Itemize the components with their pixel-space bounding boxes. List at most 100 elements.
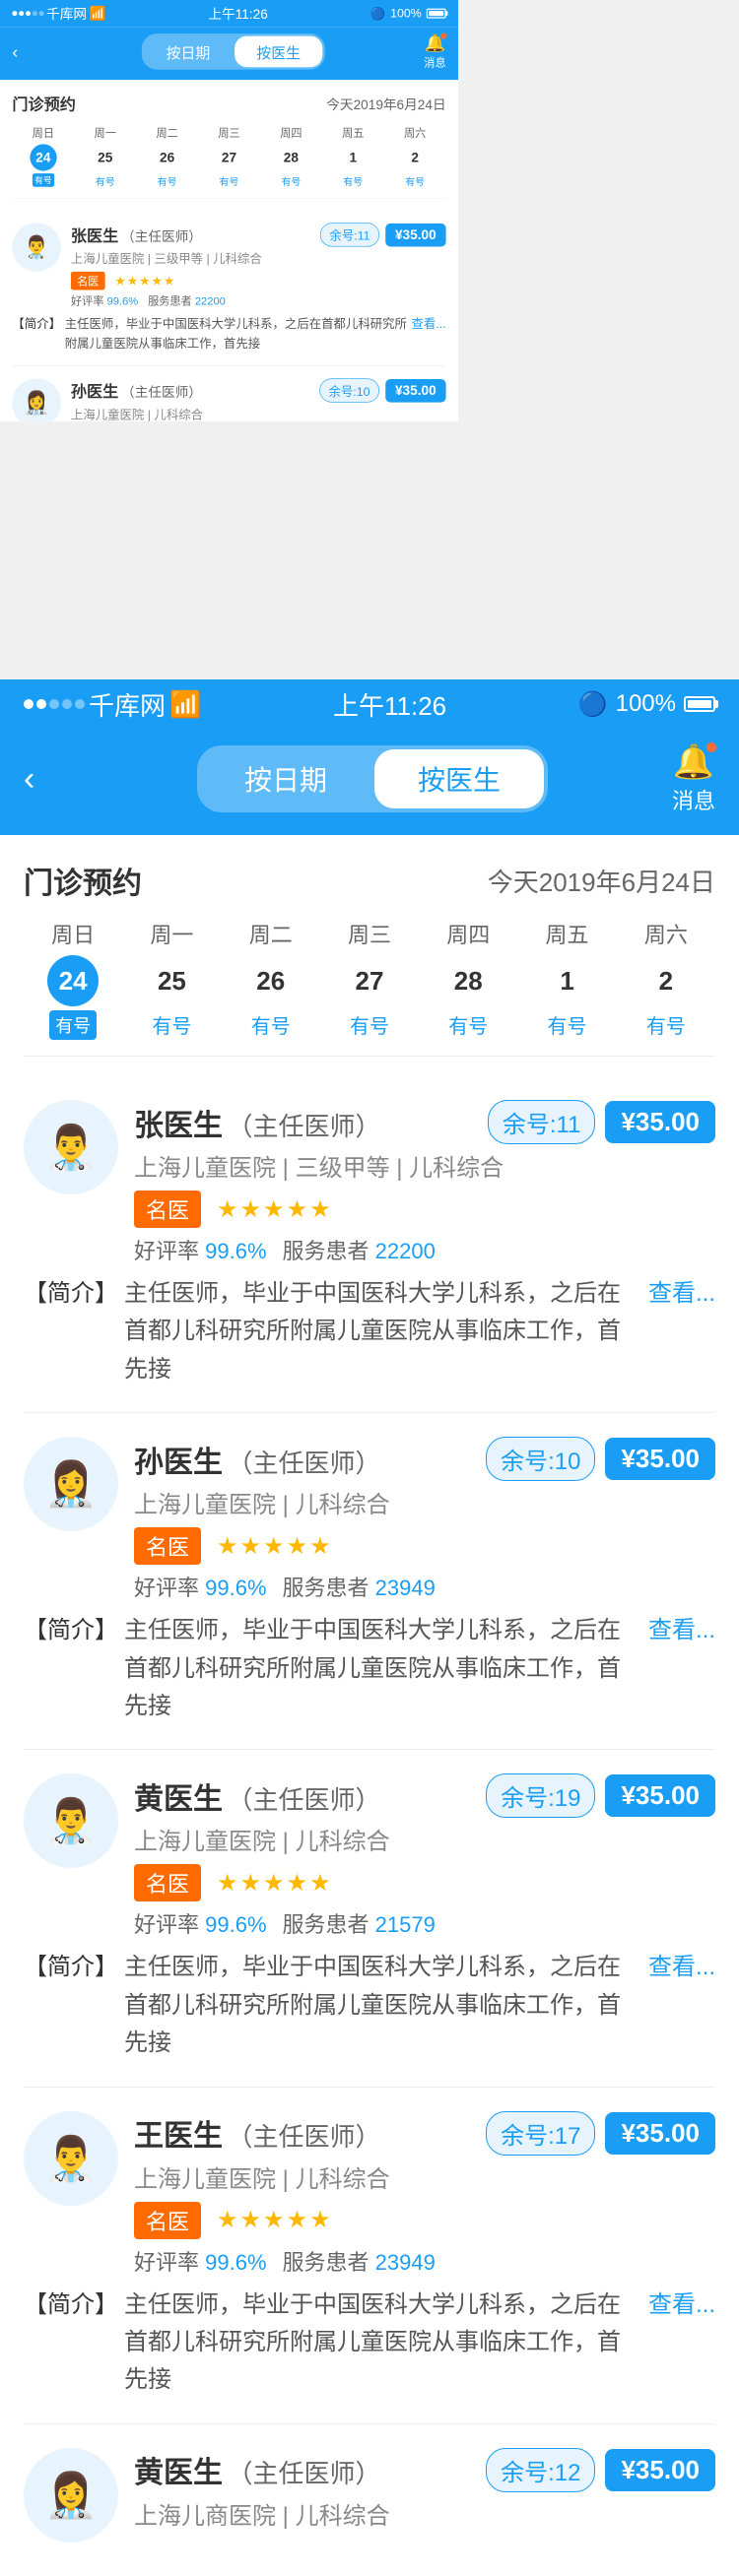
calendar-day-1[interactable]: 周一 25 有号 <box>74 124 136 187</box>
doctor-name-1: 孙医生 <box>71 382 118 401</box>
doctor-card-1[interactable]: 👩‍⚕️ 孙医生 （主任医师） 余号:10 ¥35.00 <box>12 366 445 421</box>
slot-badge-s2-4: 余号:12 <box>486 2448 595 2492</box>
notification-button[interactable]: 🔔 消息 <box>424 32 445 70</box>
stars-s2-0: ★★★★★ <box>217 1195 333 1224</box>
day-circle-1[interactable]: 25 <box>92 144 118 170</box>
battery-icon-2 <box>684 696 715 712</box>
battery-info: 🔵 100% <box>370 6 446 22</box>
doctor-name-s2-4: 黄医生 <box>134 2457 223 2489</box>
doctor-avatar-s2-3: 👨‍⚕️ <box>24 2111 118 2206</box>
doctor-avatar-1: 👩‍⚕️ <box>12 378 61 420</box>
doctor-title-s2-0: （主任医师） <box>227 1112 380 1141</box>
status-bar: 千库网 📶 上午11:26 🔵 100% <box>0 0 458 27</box>
slot-badge-1: 余号:10 <box>319 378 379 402</box>
carrier-name: 千库网 <box>46 4 87 24</box>
calendar-day-0[interactable]: 周日 24 有号 <box>12 124 74 187</box>
doctor-name-s2-2: 黄医生 <box>134 1783 223 1816</box>
day-circle-s2-4[interactable]: 28 <box>442 955 494 1006</box>
calendar-day-s2-6[interactable]: 周六 2 有号 <box>617 918 715 1040</box>
day-circle-s2-5[interactable]: 1 <box>542 955 593 1006</box>
date-header: 门诊预约 今天2019年6月24日 <box>12 93 445 115</box>
rating-label-0: 好评率 99.6% <box>71 292 138 308</box>
day-status-0: 有号 <box>33 173 54 187</box>
day-name-s2-0: 周日 <box>51 918 95 949</box>
doctor-intro-0: 【简介】 主任医师，毕业于中国医科大学儿科系，之后在首都儿科研究所附属儿童医院从… <box>12 314 445 354</box>
doctor-title-s2-1: （主任医师） <box>227 1449 380 1478</box>
day-circle-2[interactable]: 26 <box>154 144 180 170</box>
view-more-s2-3[interactable]: 查看... <box>648 2286 715 2324</box>
calendar-day-2[interactable]: 周二 26 有号 <box>136 124 198 187</box>
calendar-day-s2-5[interactable]: 周五 1 有号 <box>517 918 616 1040</box>
nav-tabs: 按日期 按医生 <box>142 33 325 70</box>
doctor-card-0[interactable]: 👨‍⚕️ 张医生 （主任医师） 余号:11 ¥35.00 <box>12 211 445 366</box>
calendar-day-s2-4[interactable]: 周四 28 有号 <box>419 918 517 1040</box>
doctor-card-s2-0[interactable]: 👨‍⚕️ 张医生 （主任医师） 余号:11 ¥35.00 上海儿童医院 | 三级… <box>24 1076 715 1413</box>
main-content-2: 门诊预约 今天2019年6月24日 周日 24 有号 周一 25 有号 周二 <box>0 835 739 2576</box>
day-status-5: 有号 <box>343 173 363 188</box>
doctor-avatar-s2-4: 👩‍⚕️ <box>24 2448 118 2543</box>
famous-badge-s2-0: 名医 <box>134 1191 201 1228</box>
view-more-s2-2[interactable]: 查看... <box>648 1949 715 1986</box>
doctor-name-s2-3: 王医生 <box>134 2120 223 2153</box>
battery-percent: 100% <box>390 7 422 21</box>
view-more-s2-1[interactable]: 查看... <box>648 1612 715 1649</box>
doctor-card-s2-2[interactable]: 👨‍⚕️ 黄医生 （主任医师） 余号:19 ¥35.00 上海儿童医院 | 儿科… <box>24 1750 715 2087</box>
day-name-0: 周日 <box>33 124 54 140</box>
back-button[interactable]: ‹ <box>12 41 42 61</box>
famous-badge-0: 名医 <box>71 272 105 290</box>
doctor-title-s2-2: （主任医师） <box>227 1785 380 1815</box>
price-badge-s2-0: ¥35.00 <box>605 1101 715 1143</box>
rating-label-s2-0: 好评率 99.6% <box>134 1234 267 1265</box>
calendar-day-4[interactable]: 周四 28 有号 <box>260 124 322 187</box>
stars-s2-1: ★★★★★ <box>217 1532 333 1561</box>
calendar-day-6[interactable]: 周六 2 有号 <box>384 124 446 187</box>
calendar-day-s2-1[interactable]: 周一 25 有号 <box>122 918 221 1040</box>
day-name-1: 周一 <box>95 124 116 140</box>
tab-by-doctor[interactable]: 按医生 <box>235 36 322 68</box>
price-badge-1: ¥35.00 <box>385 379 446 403</box>
day-circle-6[interactable]: 2 <box>401 144 428 170</box>
price-badge-s2-1: ¥35.00 <box>605 1438 715 1480</box>
day-circle-s2-1[interactable]: 25 <box>146 955 197 1006</box>
day-circle-s2-3[interactable]: 27 <box>344 955 395 1006</box>
tab-by-date[interactable]: 按日期 <box>144 36 232 68</box>
doctor-avatar-0: 👨‍⚕️ <box>12 223 61 272</box>
rating-label-s2-3: 好评率 99.6% <box>134 2245 267 2277</box>
day-circle-3[interactable]: 27 <box>216 144 242 170</box>
day-name-s2-5: 周五 <box>546 918 589 949</box>
bell-icon-2: 🔔 <box>673 742 714 782</box>
doctor-card-s2-4[interactable]: 👩‍⚕️ 黄医生 （主任医师） 余号:12 ¥35.00 上海儿商医院 | 儿科… <box>24 2424 715 2576</box>
status-time-2: 上午11:26 <box>333 686 446 723</box>
day-circle-4[interactable]: 28 <box>278 144 304 170</box>
date-header-2: 门诊预约 今天2019年6月24日 <box>24 859 715 902</box>
calendar-day-s2-3[interactable]: 周三 27 有号 <box>320 918 419 1040</box>
day-circle-s2-6[interactable]: 2 <box>640 955 692 1006</box>
calendar-day-s2-0[interactable]: 周日 24 有号 <box>24 918 122 1040</box>
battery-percent-2: 100% <box>616 690 676 718</box>
calendar-day-s2-2[interactable]: 周二 26 有号 <box>222 918 320 1040</box>
day-circle-5[interactable]: 1 <box>340 144 367 170</box>
doctor-avatar-s2-2: 👨‍⚕️ <box>24 1773 118 1868</box>
doctor-intro-s2-3: 【简介】 主任医师，毕业于中国医科大学儿科系，之后在首都儿科研究所附属儿童医院从… <box>24 2286 715 2400</box>
calendar-day-5[interactable]: 周五 1 有号 <box>322 124 384 187</box>
notification-dot <box>440 32 446 38</box>
slot-badge-s2-2: 余号:19 <box>486 1773 595 1818</box>
tab-by-doctor-2[interactable]: 按医生 <box>374 749 544 808</box>
day-circle-s2-0[interactable]: 24 <box>47 955 99 1006</box>
notification-label-2: 消息 <box>672 784 715 815</box>
day-circle-0[interactable]: 24 <box>30 144 56 170</box>
view-more-0[interactable]: 查看... <box>411 314 445 334</box>
notification-button-2[interactable]: 🔔 消息 <box>672 742 715 815</box>
day-circle-s2-2[interactable]: 26 <box>245 955 297 1006</box>
price-badge-s2-2: ¥35.00 <box>605 1774 715 1817</box>
day-name-s2-4: 周四 <box>446 918 490 949</box>
view-more-s2-0[interactable]: 查看... <box>648 1275 715 1313</box>
calendar-day-3[interactable]: 周三 27 有号 <box>198 124 260 187</box>
doctor-hospital-s2-4: 上海儿商医院 | 儿科综合 <box>134 2496 715 2531</box>
day-status-2: 有号 <box>158 173 177 188</box>
back-button-2[interactable]: ‹ <box>24 760 73 799</box>
doctor-card-s2-3[interactable]: 👨‍⚕️ 王医生 （主任医师） 余号:17 ¥35.00 上海儿童医院 | 儿科… <box>24 2088 715 2424</box>
tab-by-date-2[interactable]: 按日期 <box>201 749 370 808</box>
slot-badge-s2-3: 余号:17 <box>486 2111 595 2156</box>
doctor-card-s2-1[interactable]: 👩‍⚕️ 孙医生 （主任医师） 余号:10 ¥35.00 上海儿童医院 | 儿科… <box>24 1413 715 1750</box>
